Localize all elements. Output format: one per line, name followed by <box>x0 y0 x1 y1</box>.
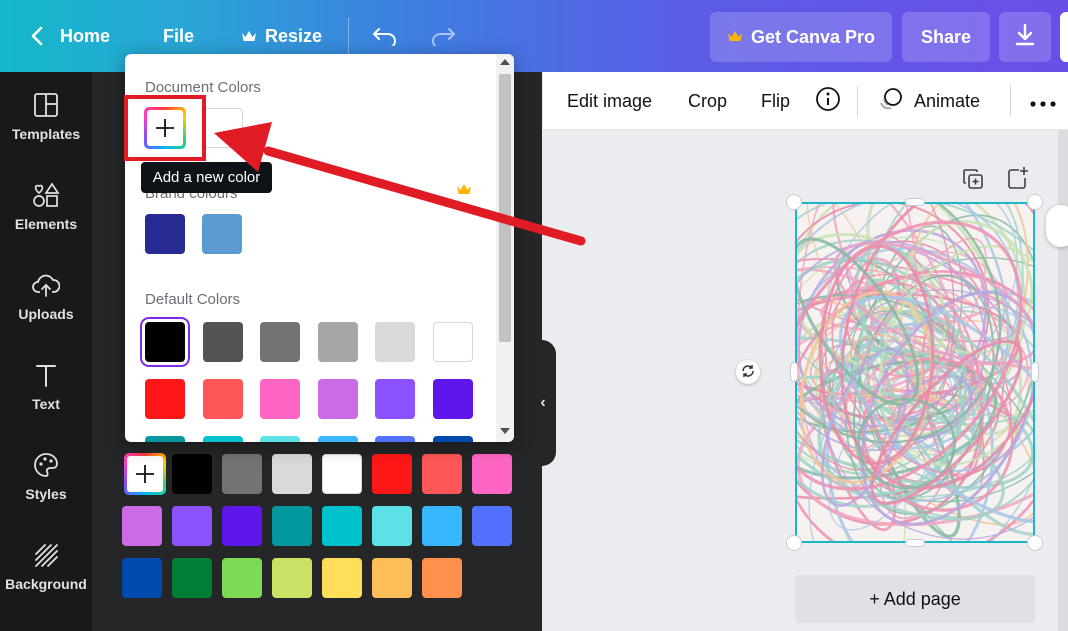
annotation-arrow <box>214 122 586 246</box>
